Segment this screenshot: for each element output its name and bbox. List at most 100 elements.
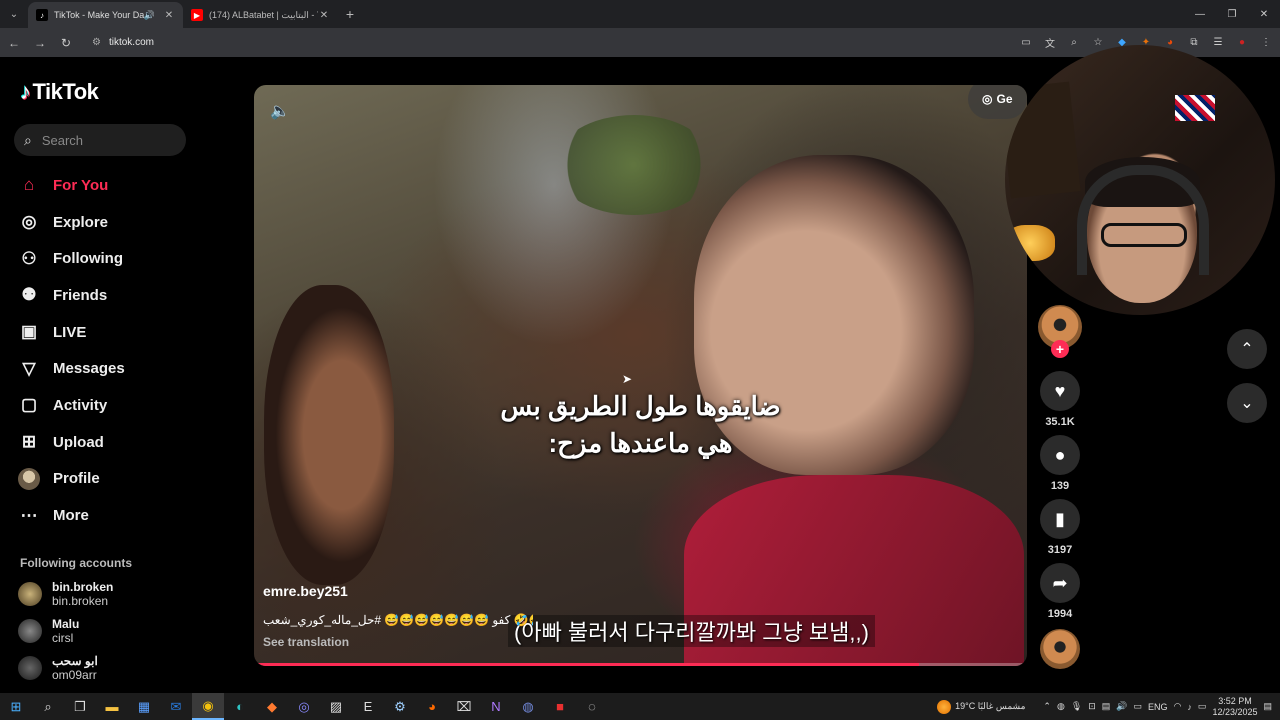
sidebar-item-more[interactable]: ⋯ More xyxy=(18,497,198,534)
app-icon[interactable]: ▨ xyxy=(320,693,352,720)
share-arrow-icon[interactable]: ➦ xyxy=(1040,563,1080,603)
back-icon[interactable]: ← xyxy=(2,36,26,50)
tray-icon[interactable]: ▤ xyxy=(1102,701,1111,712)
microphone-icon[interactable]: 🎙 xyxy=(1071,701,1082,712)
site-info-icon[interactable]: ⚙ xyxy=(92,37,101,48)
close-tab-icon[interactable]: ✕ xyxy=(318,10,330,21)
save-action[interactable]: ▮ 3197 xyxy=(1038,499,1082,556)
file-explorer-icon[interactable]: ▬ xyxy=(96,693,128,720)
tab-title: (174) ALBatabet | البتابيت - YouTube xyxy=(209,9,318,20)
extensions-puzzle-icon[interactable]: ⧉ xyxy=(1186,35,1202,51)
video-player[interactable]: 🔈 ◎ Ge ضايقوها طول الطريق بس هي ماعندها … xyxy=(254,85,1027,666)
follow-plus-icon[interactable]: + xyxy=(1051,340,1069,358)
app-icon[interactable]: ◕ xyxy=(416,693,448,720)
webcam-overlay xyxy=(1005,45,1275,315)
phone-icon: ◎ xyxy=(982,92,993,106)
minimize-icon[interactable]: — xyxy=(1184,0,1216,28)
search-input[interactable]: ⌕ Search xyxy=(14,124,186,156)
following-account[interactable]: bin.broken bin.broken xyxy=(18,580,113,608)
nav-label: Friends xyxy=(53,286,108,304)
see-translation-link[interactable]: See translation xyxy=(263,635,349,649)
app-icon[interactable]: ◎ xyxy=(288,693,320,720)
video-progress-bar[interactable] xyxy=(254,663,1027,666)
obs-icon[interactable]: ◌ xyxy=(576,693,608,720)
volume-icon[interactable]: 🔊 xyxy=(1116,701,1127,712)
forward-icon[interactable]: → xyxy=(28,36,52,50)
window-controls: — ❐ ✕ xyxy=(1184,0,1280,28)
upload-icon: ⊞ xyxy=(21,432,37,452)
video-author[interactable]: emre.bey251 xyxy=(263,583,348,599)
comment-action[interactable]: ● 139 xyxy=(1038,435,1082,492)
comment-icon[interactable]: ● xyxy=(1040,435,1080,475)
steam-icon[interactable]: ⚙ xyxy=(384,693,416,720)
weather-text: 19°C مشمس غالبًا xyxy=(955,701,1026,711)
speaker-icon[interactable]: ♪ xyxy=(1187,702,1192,712)
translate-icon[interactable]: 文 xyxy=(1042,35,1058,51)
lamp-decoration xyxy=(1005,225,1055,261)
reading-list-icon[interactable]: ☰ xyxy=(1210,35,1226,51)
following-account[interactable]: ابو سحب om09arr xyxy=(18,654,98,682)
tiktok-logo[interactable]: ♪ TikTok xyxy=(20,79,99,105)
edge-icon[interactable]: ◐ xyxy=(224,693,256,720)
tab-youtube[interactable]: ▶ (174) ALBatabet | البتابيت - YouTube ✕ xyxy=(183,2,338,28)
sidebar-item-explore[interactable]: ◎ Explore xyxy=(18,204,198,241)
zoom-icon[interactable]: ⌕ xyxy=(1066,35,1082,51)
sidebar-item-messages[interactable]: ▽ Messages xyxy=(18,350,198,387)
sidebar-item-following[interactable]: ⚇ Following xyxy=(18,240,198,277)
menu-kebab-icon[interactable]: ⋮ xyxy=(1258,35,1274,51)
sidebar-item-activity[interactable]: ▢ Activity xyxy=(18,387,198,424)
app-icon[interactable]: ◆ xyxy=(256,693,288,720)
nzxt-icon[interactable]: N xyxy=(480,693,512,720)
close-window-icon[interactable]: ✕ xyxy=(1248,0,1280,28)
speaker-icon[interactable]: 🔊 xyxy=(144,10,155,21)
notifications-icon[interactable]: ▤ xyxy=(1263,701,1272,712)
restore-icon[interactable]: ❐ xyxy=(1216,0,1248,28)
sidebar-item-live[interactable]: ▣ LIVE xyxy=(18,314,198,351)
search-icon[interactable]: ⌕ xyxy=(32,693,64,720)
bookmark-icon[interactable]: ▮ xyxy=(1040,499,1080,539)
wifi-icon[interactable]: ◠ xyxy=(1174,701,1182,712)
chevron-up-icon[interactable]: ⌃ xyxy=(1043,701,1051,712)
account-handle: cirsl xyxy=(52,631,74,645)
volume-icon[interactable]: 🔈 xyxy=(270,101,290,121)
app-icon[interactable]: ⌧ xyxy=(448,693,480,720)
tray-icon[interactable]: ⊡ xyxy=(1088,701,1096,712)
clock[interactable]: 3:52 PM 12/23/2025 xyxy=(1212,696,1257,718)
reload-icon[interactable]: ↻ xyxy=(54,36,78,50)
sidebar-item-profile[interactable]: Profile xyxy=(18,461,198,498)
battery-icon[interactable]: ▭ xyxy=(1198,701,1207,712)
save-count: 3197 xyxy=(1047,544,1073,556)
language-indicator[interactable]: ENG xyxy=(1148,702,1168,712)
creator-avatar[interactable]: + xyxy=(1038,305,1082,358)
close-tab-icon[interactable]: ✕ xyxy=(163,10,175,21)
cast-icon[interactable]: ▭ xyxy=(1018,35,1034,51)
weather-widget[interactable]: 19°C مشمس غالبًا xyxy=(937,699,1026,714)
heart-icon[interactable]: ♥ xyxy=(1040,371,1080,411)
like-action[interactable]: ♥ 35.1K xyxy=(1038,371,1082,428)
music-disc-avatar[interactable] xyxy=(1040,629,1080,669)
next-video-button[interactable]: ⌄ xyxy=(1227,383,1267,423)
tab-tiktok[interactable]: ♪ TikTok - Make Your Day 🔊 ✕ xyxy=(28,2,183,28)
task-view-icon[interactable]: ❐ xyxy=(64,693,96,720)
profile-avatar-icon[interactable]: ● xyxy=(1234,35,1250,51)
following-account[interactable]: Malu cirsl xyxy=(18,617,79,645)
discord-icon[interactable]: ◍ xyxy=(512,693,544,720)
new-tab-button[interactable]: + xyxy=(338,6,362,22)
previous-video-button[interactable]: ⌃ xyxy=(1227,329,1267,369)
app-icon[interactable]: ■ xyxy=(544,693,576,720)
outlook-icon[interactable]: ✉ xyxy=(160,693,192,720)
epic-games-icon[interactable]: E xyxy=(352,693,384,720)
sidebar-item-upload[interactable]: ⊞ Upload xyxy=(18,424,198,461)
sidebar-item-friends[interactable]: ⚉ Friends xyxy=(18,277,198,314)
chrome-icon[interactable]: ◉ xyxy=(192,693,224,720)
youtube-favicon-icon: ▶ xyxy=(191,9,203,21)
share-action[interactable]: ➦ 1994 xyxy=(1038,563,1082,620)
network-icon[interactable]: ▭ xyxy=(1134,701,1143,712)
tray-icon[interactable]: ◍ xyxy=(1057,701,1065,712)
sidebar-item-for-you[interactable]: ⌂ For You xyxy=(18,167,198,204)
windows-start-icon[interactable]: ⊞ xyxy=(0,693,32,720)
store-icon[interactable]: ▦ xyxy=(128,693,160,720)
tab-search-icon[interactable]: ⌄ xyxy=(0,0,28,28)
url-field[interactable]: ⚙ tiktok.com xyxy=(86,32,986,54)
bookmark-star-icon[interactable]: ☆ xyxy=(1090,35,1106,51)
